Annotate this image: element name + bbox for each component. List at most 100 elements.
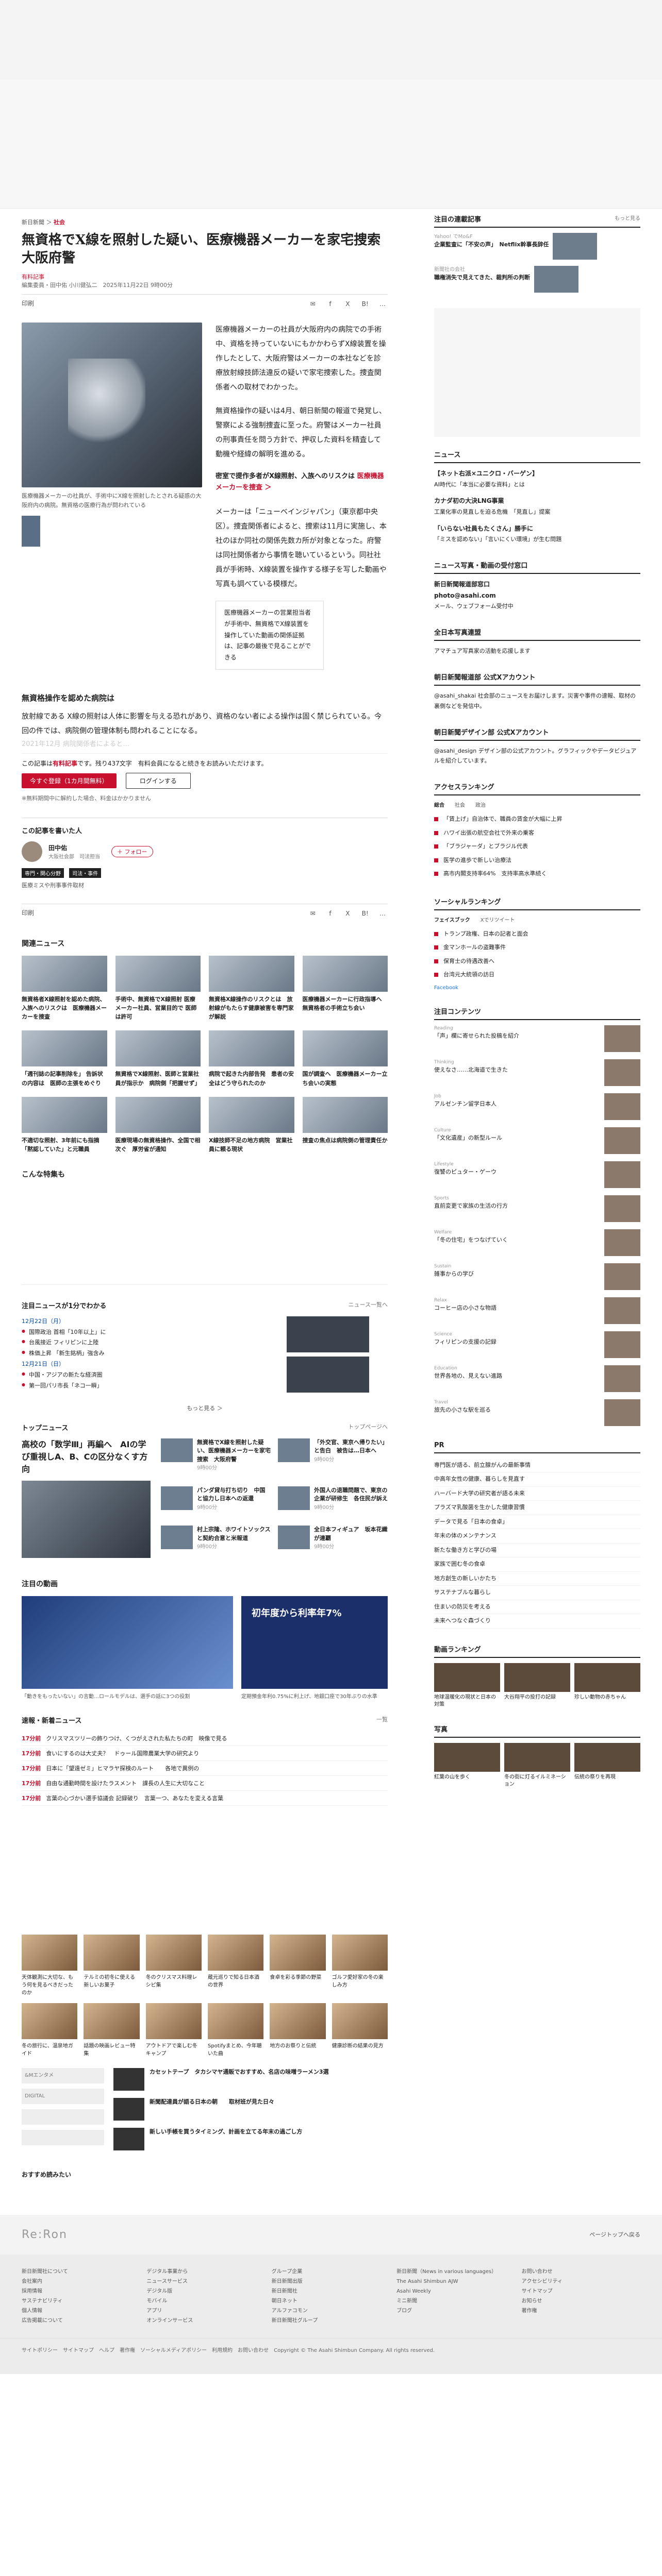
- related-card[interactable]: 無資格X線操作のリスクとは 放射線がもたらす健康被害を専門家が解説: [209, 956, 294, 1021]
- footer-link[interactable]: モバイル: [146, 2296, 265, 2306]
- content-item[interactable]: Sports 直前変更で家族の生活の行方: [434, 1195, 640, 1222]
- footer-link[interactable]: 採用情報: [22, 2286, 140, 2296]
- tab-ranking-all[interactable]: 総合: [434, 801, 444, 808]
- more-icon[interactable]: …: [377, 908, 388, 919]
- photo-card[interactable]: 伝統の祭りを再現: [574, 1742, 640, 1788]
- tab-social-x[interactable]: Xでリツイート: [481, 916, 515, 923]
- social-item[interactable]: 金マンホールの盗難事件: [434, 941, 640, 955]
- gallery-card[interactable]: 食卓を彩る季節の野菜: [270, 1934, 326, 1997]
- ranking-item[interactable]: 高市内閣支持率64% 支持率高水準続く: [434, 867, 640, 881]
- footer-link[interactable]: 広告掲載について: [22, 2316, 140, 2326]
- latest-more-link[interactable]: 一覧: [376, 1715, 388, 1725]
- x-icon[interactable]: X: [342, 299, 353, 309]
- week-item[interactable]: 国際政治 首相「10年以上」に: [22, 1327, 279, 1338]
- sidebar-press-item[interactable]: 【ネット右派×ユニクロ・バーゲン】 AI時代に「本当に必要な資料」とは: [434, 468, 640, 489]
- hatena-icon[interactable]: B!: [360, 299, 370, 309]
- footer-link[interactable]: ミニ新聞: [396, 2296, 515, 2306]
- gallery-card[interactable]: 健康診断の結果の見方: [332, 2003, 388, 2058]
- content-item[interactable]: Sustain 雑事からの学び: [434, 1263, 640, 1290]
- footer-link[interactable]: 新日新聞出版: [272, 2277, 390, 2286]
- gallery-card[interactable]: 冬の旅行に、温泉地ガイド: [22, 2003, 78, 2058]
- related-card[interactable]: 無資格でX線照射、医師と営業社員が指示か 病院側「把握せず」: [115, 1030, 201, 1087]
- gallery-card[interactable]: アウトドアで楽しむ冬キャンプ: [145, 2003, 202, 2058]
- pr-item[interactable]: 家族で囲む冬の食卓: [434, 1557, 640, 1572]
- footer-link[interactable]: ブログ: [396, 2306, 515, 2316]
- latest-item[interactable]: 17分前 クリスマスツリーの飾りつけ、くつがえされた私たちの町 映像で見る: [22, 1731, 388, 1746]
- hatena-icon[interactable]: B!: [360, 908, 370, 919]
- topnews-item[interactable]: 村上宗隆、ホワイトソックスと契約合意と米報道 9時00分: [161, 1526, 271, 1558]
- social-item[interactable]: トランプ政権、日本の記者と面会: [434, 927, 640, 941]
- related-card[interactable]: X線技師不足の地方病院 営業社員に頼る現状: [209, 1096, 294, 1154]
- facebook-link[interactable]: Facebook: [434, 985, 640, 991]
- promo-more[interactable]: おすすめ読みたい: [22, 2170, 388, 2179]
- promo-label-empty[interactable]: [22, 2109, 104, 2125]
- related-card[interactable]: 不適切な照射、3年前にも指摘 「黙認していた」と元職員: [22, 1096, 107, 1154]
- gallery-card[interactable]: ゴルフ愛好家の冬の楽しみ方: [332, 1934, 388, 1997]
- footer-link[interactable]: 朝日ネット: [272, 2296, 390, 2306]
- ranking-item[interactable]: 「賃上げ」自治体で、職員の賃金が大幅に上昇: [434, 812, 640, 826]
- related-card[interactable]: 無資格者X線照射を認めた病院、入族へのリスクは 医療機器メーカーを捜査: [22, 956, 107, 1021]
- footer-link[interactable]: グループ企業: [272, 2267, 390, 2277]
- promo-label[interactable]: DIGITAL: [22, 2088, 104, 2104]
- week-item[interactable]: 株価上昇 「新生銘柄」強含み: [22, 1348, 279, 1359]
- footer-link[interactable]: アクセシビリティ: [522, 2277, 640, 2286]
- footer-logo[interactable]: Re:Ron: [22, 2228, 68, 2241]
- tab-ranking-society[interactable]: 社会: [455, 801, 465, 808]
- topnews-more-link[interactable]: トップページへ: [348, 1422, 388, 1432]
- footer-link[interactable]: デジタル事業から: [146, 2267, 265, 2277]
- sidebar-photo-union-title[interactable]: 全日本写真連盟: [434, 627, 481, 637]
- sidebar-newsdesk-mail[interactable]: photo@asahi.com: [434, 590, 640, 602]
- pr-item[interactable]: 専門医が語る、前立腺がんの最新事情: [434, 1459, 640, 1473]
- week-video-thumb[interactable]: [287, 1316, 369, 1352]
- content-item[interactable]: Education 世界各地の、見えない進路: [434, 1365, 640, 1392]
- topnews-item[interactable]: 無資格でX線を照射した疑い、医療機器メーカーを家宅捜索 大阪府警 9時00分: [161, 1438, 271, 1479]
- content-item[interactable]: Job アルゼンチン留学日本人: [434, 1093, 640, 1120]
- promo-item[interactable]: カセットテープ タカシマヤ通販でおすすめ、名店の味噌ラーメン3選: [113, 2067, 388, 2091]
- gallery-card[interactable]: テルミの初冬に使える新しいお菓子: [84, 1934, 140, 1997]
- facebook-icon[interactable]: f: [325, 299, 336, 309]
- week-more-link[interactable]: ニュース一覧へ: [349, 1300, 388, 1310]
- footer-link[interactable]: 新日新聞社グループ: [272, 2316, 390, 2326]
- latest-item[interactable]: 17分前 自由な通勤時間を設けたラスメント 課長の人生に大切なこと: [22, 1776, 388, 1791]
- avatar[interactable]: [22, 841, 42, 862]
- breadcrumb-category[interactable]: 社会: [54, 219, 65, 226]
- sidebar-press-item[interactable]: カナダ初の大決LNG事業 工業化率の見直しを迫る危機 「見直し」提案: [434, 496, 640, 517]
- footer-link[interactable]: サステナビリティ: [22, 2296, 140, 2306]
- subscribe-button[interactable]: 今すぐ登録（1カ月間無料）: [22, 773, 117, 789]
- ranking-item[interactable]: ハワイ出張の航空会社で外来の乗客: [434, 826, 640, 840]
- content-item[interactable]: Travel 旅先の小さな駅を巡る: [434, 1399, 640, 1426]
- pagetop-link[interactable]: ページトップへ戻る: [589, 2230, 640, 2239]
- footer-link[interactable]: デジタル版: [146, 2286, 265, 2296]
- pr-item[interactable]: 年末の体のメンテナンス: [434, 1529, 640, 1544]
- pr-item[interactable]: 住まいの防災を考える: [434, 1600, 640, 1615]
- video-card[interactable]: 地球温暖化の現状と日本の対策: [434, 1663, 500, 1708]
- sidebar-press-item[interactable]: 「いらない社員もたくさん」勝手に 「ミスを認めない」「言いにくい環境」が生む問題: [434, 523, 640, 545]
- content-item[interactable]: Lifestyle 復讐のピュター・ゲーウ: [434, 1161, 640, 1188]
- gallery-card[interactable]: 天体観測に大切な、もう何を見るべきだったのか: [22, 1934, 78, 1997]
- facebook-icon[interactable]: f: [325, 908, 336, 919]
- video-card[interactable]: 珍しい動物の赤ちゃん: [574, 1663, 640, 1708]
- content-item[interactable]: Thinking 使えなさ……北海道で生きた: [434, 1059, 640, 1086]
- latest-item[interactable]: 17分前 言葉の心づかい選手協議会 記録破り 言葉一つ、あなたを変える言葉: [22, 1791, 388, 1806]
- x-icon[interactable]: X: [342, 908, 353, 919]
- footer-link[interactable]: 新日新聞（News in various languages）: [396, 2267, 515, 2277]
- content-item[interactable]: Relax コーヒー店の小さな物語: [434, 1297, 640, 1324]
- pr-item[interactable]: データで見る「日本の食卓」: [434, 1515, 640, 1530]
- photo-card[interactable]: 冬の街に灯るイルミネーション: [504, 1742, 570, 1788]
- tab-ranking-politics[interactable]: 政治: [475, 801, 486, 808]
- week-video-thumb[interactable]: [287, 1356, 369, 1393]
- breadcrumb-home[interactable]: 新日新聞: [22, 219, 44, 226]
- print-button-bottom[interactable]: 印刷: [22, 908, 34, 919]
- author-name[interactable]: 田中佑: [48, 843, 100, 852]
- topnews-item[interactable]: パンダ貸与打ち切り 中国と協力し日本への返還 9時00分: [161, 1486, 271, 1519]
- sidebar-hot-item[interactable]: 新聞社の会社 職権消失で見えてきた、裁判所の判断: [434, 266, 640, 293]
- hot-ad[interactable]: 初年度から利率年7%: [241, 1596, 388, 1689]
- promo-item[interactable]: 新聞配達員が語る日本の朝 取材班が見た日々: [113, 2097, 388, 2121]
- photo-thumbnail[interactable]: [22, 516, 40, 547]
- topnews-lead-title[interactable]: 高校の「数学Ⅲ」再編へ AIの学び重視しA、B、Cの区分なくす方向: [22, 1438, 151, 1476]
- topnews-item[interactable]: 「外交官、東京へ帰りたい」と告白 被告は…日本へ 9時00分: [278, 1438, 388, 1479]
- latest-item[interactable]: 17分前 食いにするのは大丈夫？ ドゥール国際農業大学の研究より: [22, 1746, 388, 1761]
- tab-social-facebook[interactable]: フェイスブック: [434, 916, 470, 923]
- follow-button[interactable]: ＋ フォロー: [111, 846, 153, 858]
- related-card[interactable]: 「週刊誌の記事削除を」 告訴状の内容は 医師の主張をめぐり: [22, 1030, 107, 1087]
